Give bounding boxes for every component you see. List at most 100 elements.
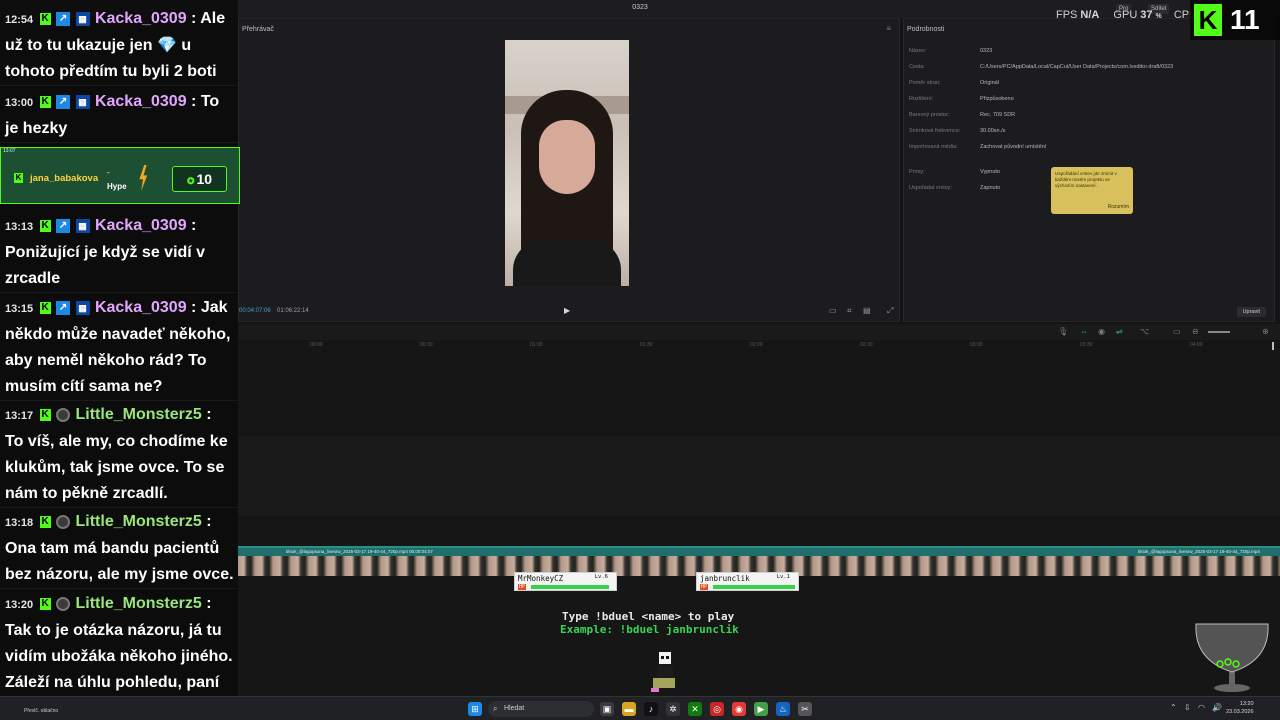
gpu-value: 37 (1140, 9, 1153, 21)
fps-label: FPS (1056, 9, 1078, 21)
hype-time: 13:07 (3, 148, 16, 154)
duel-instruction: Type !bduel <name> to play (562, 610, 735, 623)
player-level: Lv.1 (776, 574, 790, 580)
detail-value: Rec. 709 SDR (980, 112, 1016, 118)
subscriber-badge-icon: ↗ (56, 218, 71, 233)
file-explorer-icon[interactable]: ▬ (622, 702, 636, 716)
split-icon[interactable]: ⌥ (1140, 327, 1149, 336)
player-icon[interactable]: ▶ (754, 702, 768, 716)
xbox-icon[interactable]: ✕ (688, 702, 702, 716)
zoom-slider[interactable] (1208, 331, 1230, 333)
zoom-out-icon[interactable]: ⊖ (1192, 327, 1199, 336)
body-shape (513, 240, 621, 286)
zoom-in-icon[interactable]: ⊕ (1262, 327, 1269, 336)
steam-icon[interactable]: ♨ (776, 702, 790, 716)
play-icon[interactable]: ▶ (564, 306, 570, 315)
taskbar-clock[interactable]: 13:20 23.03.2026 (1226, 700, 1254, 716)
player-name: MrMonkeyCZ (518, 574, 564, 583)
chat-message: 13:13 K ↗ ▦ Kacka_0309 : Ponižující je k… (0, 209, 238, 293)
subscriber-badge-icon: ↗ (56, 300, 71, 315)
kick-badge-icon: K (14, 173, 23, 183)
chat-username[interactable]: Little_Monsterz5 (76, 406, 202, 423)
fullscreen-icon[interactable]: ⤢ (887, 306, 893, 316)
og-badge-icon: ▦ (75, 94, 90, 109)
chat-time: 13:15 (5, 303, 34, 315)
total-time: 01:06:22:14 (277, 308, 309, 314)
ruler-tick: 04:00 (1190, 342, 1203, 348)
detail-label: Poměr stran: (909, 80, 941, 86)
preview-icon[interactable]: ◉ (1098, 327, 1105, 336)
detail-label: Barevný prostor: (909, 112, 950, 118)
proxy-toggle[interactable]: Vypnuto (980, 169, 1000, 175)
chat-username[interactable]: Little_Monsterz5 (76, 595, 202, 612)
ruler-tick: 02:30 (860, 342, 873, 348)
kick-badge-icon: K (39, 12, 51, 25)
duel-example: Example: !bduel janbrunclik (560, 623, 739, 636)
ruler-tick: 02:00 (750, 342, 763, 348)
search-icon: ⌕ (493, 704, 498, 713)
tiktok-icon[interactable]: ♪ (644, 702, 658, 716)
chat-message: 13:15 K ↗ ▦ Kacka_0309 : Jak někdo může … (0, 291, 238, 401)
gpu-unit: % (1155, 13, 1162, 20)
ruler-tick: 01:30 (640, 342, 653, 348)
aspect-ratio-icon[interactable]: ▭ (829, 306, 837, 315)
weather-text[interactable]: Převlč. oblačno (24, 708, 58, 714)
kick-badge-icon: K (39, 219, 51, 232)
wifi-icon[interactable]: ◠ (1198, 703, 1205, 712)
kick-badge-icon: K (39, 301, 51, 314)
task-view-icon[interactable]: ▣ (600, 702, 614, 716)
duel-player-card: MrMonkeyCZ Lv.6 HP (514, 572, 617, 591)
quality-icon[interactable]: ▤ (863, 306, 871, 315)
layers-toggle[interactable]: Zapnuto (980, 185, 1000, 191)
chat-time: 13:17 (5, 410, 34, 422)
chat-username[interactable]: Kacka_0309 (95, 10, 187, 27)
chat-username[interactable]: Little_Monsterz5 (76, 513, 202, 530)
detail-value: C:/Users/PC/AppData/Local/CapCut/User Da… (980, 64, 1174, 70)
tooltip-ok-button[interactable]: Rozumím (1108, 204, 1129, 210)
detail-label: Proxy: (909, 169, 925, 175)
opera-icon[interactable]: ◎ (710, 702, 724, 716)
detail-value: Zachovat původní umístění (980, 144, 1047, 150)
wine-glass-icon (1195, 623, 1269, 692)
edit-button[interactable]: Upravit (1236, 307, 1266, 317)
timeline-scrollbar[interactable] (1272, 342, 1274, 350)
hype-username[interactable]: jana_babakova (30, 173, 98, 184)
network-icon[interactable]: ⇩ (1184, 703, 1191, 712)
chatgpt-icon[interactable]: ✲ (666, 702, 680, 716)
timeline-ruler: 00:00 00:30 01:00 01:30 02:00 02:30 03:0… (238, 340, 1280, 352)
emote-badge-icon (56, 407, 71, 422)
ruler-tick: 01:00 (530, 342, 543, 348)
ruler-tick: 00:00 (310, 342, 323, 348)
caption-icon[interactable]: ▭ (1173, 327, 1181, 336)
duel-player-card: janbrunclik Lv.1 HP (696, 572, 799, 591)
detail-label: Importovaná média: (909, 144, 958, 150)
hype-count-value: 10 (196, 171, 213, 187)
kick-coin-icon: ✪ (186, 176, 195, 186)
browser-icon[interactable]: ◉ (732, 702, 746, 716)
subscriber-badge-icon: ↗ (56, 94, 71, 109)
chat-message: 12:54 K ↗ ▦ Kacka_0309 : Ale už to tu uk… (0, 2, 238, 86)
capcut-icon[interactable]: ✂ (798, 702, 812, 716)
player-panel: Přehrávač ≡ 00:04:07:06 01:06:22:14 ▶ ▭ … (238, 18, 900, 322)
tray-arrow-icon[interactable]: ⌃ (1170, 703, 1177, 712)
viewer-count-value: 11 (1230, 4, 1260, 35)
taskbar-search[interactable]: ⌕ Hledat (488, 701, 594, 717)
chat-time: 13:13 (5, 221, 34, 233)
chat-username[interactable]: Kacka_0309 (95, 93, 187, 110)
chat-username[interactable]: Kacka_0309 (95, 217, 187, 234)
kick-badge-icon: K (39, 597, 51, 610)
fit-icon[interactable]: ⌗ (847, 306, 852, 316)
start-icon[interactable]: ⊞ (468, 702, 482, 716)
kick-badge-icon: K (39, 95, 51, 108)
panel-menu-icon[interactable]: ≡ (886, 24, 891, 33)
chat-username[interactable]: Kacka_0309 (95, 299, 187, 316)
hype-label: Hype (107, 182, 127, 191)
clock-date: 23.03.2026 (1226, 709, 1254, 715)
volume-icon[interactable]: 🔊 (1212, 703, 1222, 712)
microphone-icon[interactable]: 🎙 (1058, 327, 1068, 336)
empty-track (238, 436, 1280, 516)
link-icon[interactable]: ⇔ (1080, 327, 1088, 336)
og-badge-icon: ▦ (75, 218, 90, 233)
video-preview[interactable] (505, 40, 629, 286)
snap-icon[interactable]: ⇌ (1116, 327, 1123, 336)
